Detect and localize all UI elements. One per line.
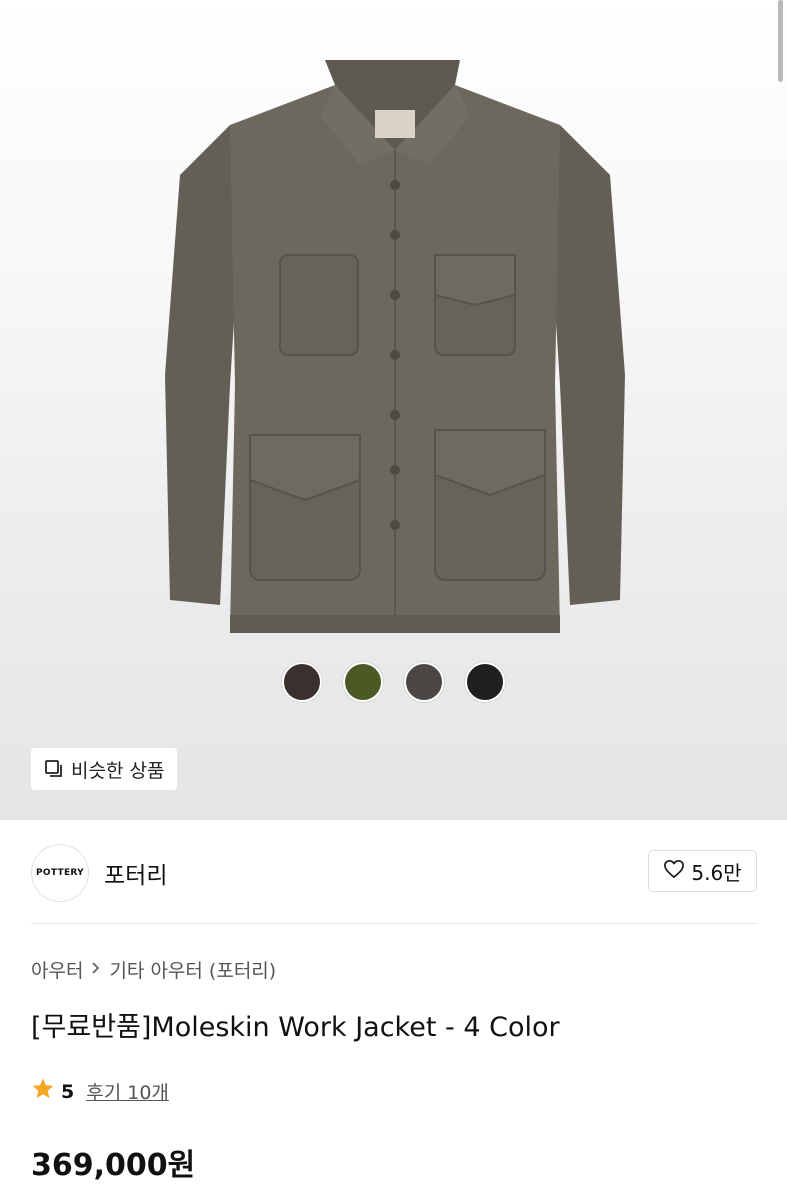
divider <box>31 923 757 924</box>
star-icon <box>31 1077 55 1106</box>
color-swatch[interactable] <box>282 662 322 702</box>
breadcrumb-item-category[interactable]: 기타 아우터 (포터리) <box>109 956 276 983</box>
like-button[interactable]: 5.6만 <box>648 850 757 892</box>
product-image[interactable] <box>160 55 630 655</box>
product-title: [무료반품]Moleskin Work Jacket - 4 Color <box>31 1012 560 1043</box>
color-swatch[interactable] <box>404 662 444 702</box>
breadcrumb-item-outer[interactable]: 아우터 <box>31 956 83 983</box>
brand-logo-text: POTTERY <box>36 868 84 878</box>
like-count: 5.6만 <box>691 860 742 885</box>
reviews-link[interactable]: 후기 10개 <box>86 1078 169 1105</box>
similar-products-button[interactable]: 비슷한 상품 <box>31 748 178 790</box>
heart-icon <box>663 859 685 884</box>
brand-logo[interactable]: POTTERY <box>31 844 89 902</box>
breadcrumb: 아우터 기타 아우터 (포터리) <box>31 956 276 983</box>
rating-row: 5 후기 10개 <box>31 1077 169 1106</box>
brand-name[interactable]: 포터리 <box>104 856 167 890</box>
similar-products-label: 비슷한 상품 <box>71 759 165 782</box>
copy-icon <box>44 759 64 779</box>
color-swatch[interactable] <box>465 662 505 702</box>
product-price: 369,000원 <box>31 1148 196 1183</box>
scrollbar[interactable] <box>778 0 783 82</box>
chevron-right-icon <box>91 960 101 979</box>
color-swatches <box>282 662 505 702</box>
color-swatch[interactable] <box>343 662 383 702</box>
product-image-area[interactable]: 비슷한 상품 <box>0 0 787 820</box>
brand-row: POTTERY 포터리 5.6만 <box>0 820 787 924</box>
rating-score: 5 <box>61 1080 75 1103</box>
